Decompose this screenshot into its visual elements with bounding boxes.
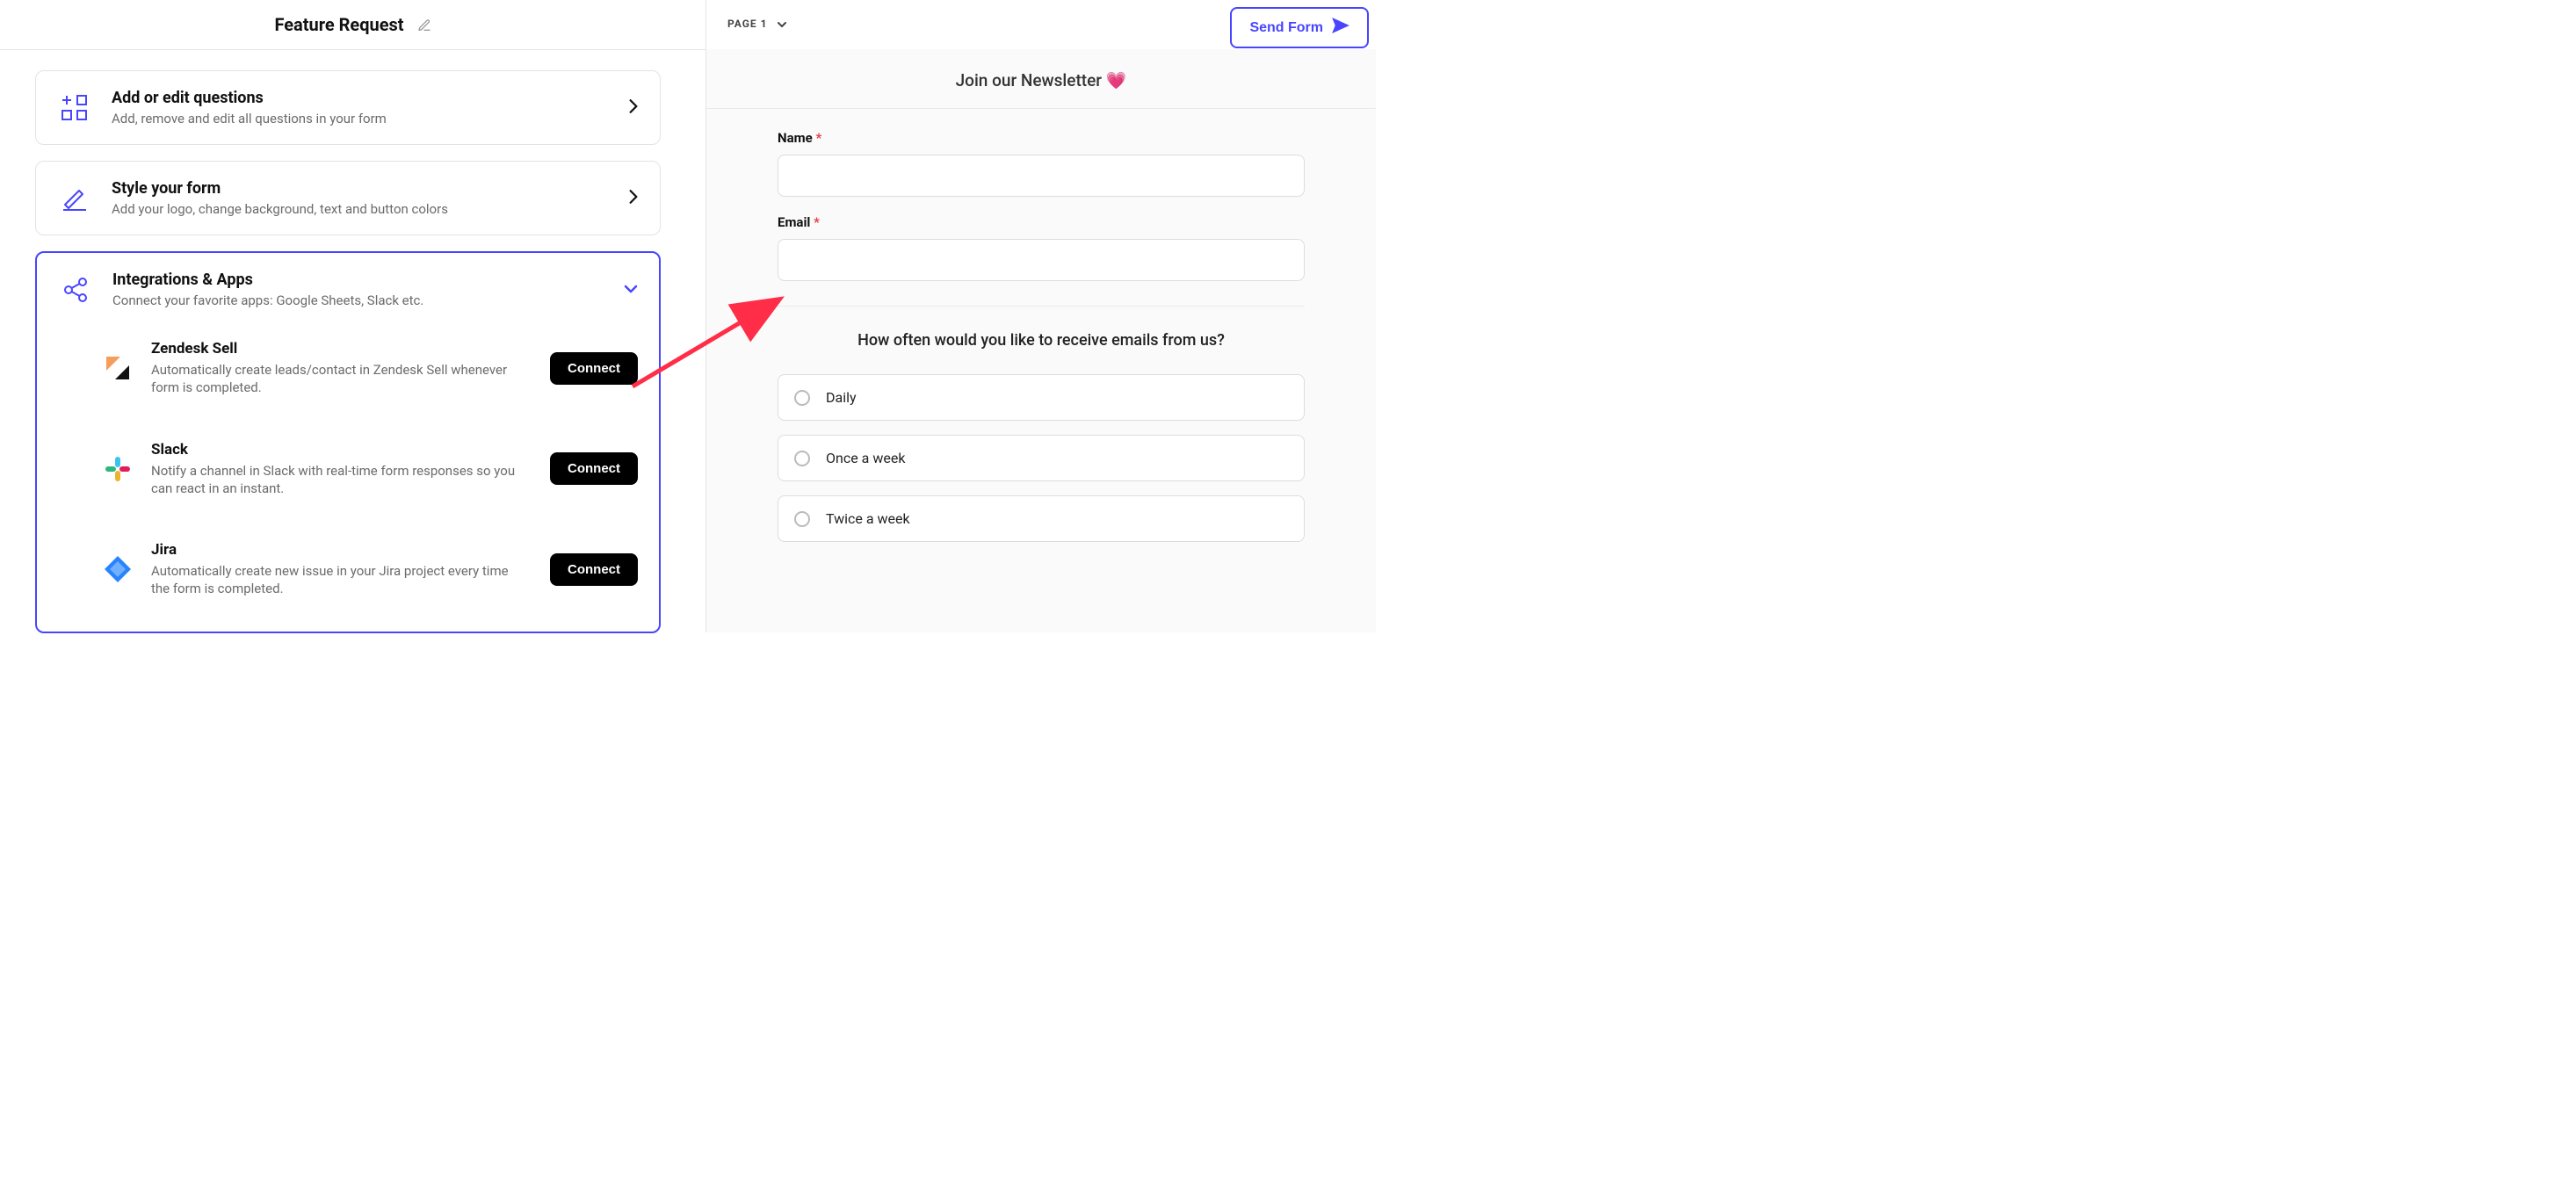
radio-option[interactable]: Daily [778, 374, 1305, 421]
integration-name: Slack [151, 441, 532, 458]
add-questions-icon [57, 90, 92, 126]
card-title: Style your form [112, 179, 609, 198]
card-subtitle: Connect your favorite apps: Google Sheet… [112, 292, 604, 308]
integrations-header[interactable]: Integrations & Apps Connect your favorit… [58, 271, 638, 308]
card-title: Integrations & Apps [112, 271, 604, 289]
slack-icon [102, 453, 134, 485]
form-name: Feature Request [274, 14, 403, 35]
integration-name: Zendesk Sell [151, 340, 532, 357]
option-label: Daily [826, 389, 857, 406]
radio-icon [794, 451, 810, 466]
email-input[interactable] [778, 239, 1305, 281]
radio-option[interactable]: Once a week [778, 435, 1305, 481]
form-preview: Join our Newsletter 💗 Name * Email * How… [706, 49, 1376, 632]
radio-options: Daily Once a week Twice a week [778, 374, 1305, 542]
chevron-down-icon [777, 18, 787, 31]
connect-button[interactable]: Connect [550, 553, 638, 586]
send-icon [1332, 18, 1350, 38]
send-form-button[interactable]: Send Form [1230, 7, 1369, 48]
chevron-right-icon [628, 189, 639, 208]
integrations-card: Integrations & Apps Connect your favorit… [35, 251, 661, 633]
add-edit-questions-card[interactable]: Add or edit questions Add, remove and ed… [35, 70, 661, 145]
radio-icon [794, 511, 810, 527]
email-label: Email * [778, 214, 1305, 230]
radio-icon [794, 390, 810, 406]
card-subtitle: Add, remove and edit all questions in yo… [112, 111, 609, 126]
page-label: PAGE 1 [727, 18, 768, 30]
label-text: Name [778, 130, 813, 146]
integration-desc: Automatically create leads/contact in Ze… [151, 361, 520, 397]
style-form-card[interactable]: Style your form Add your logo, change ba… [35, 161, 661, 235]
option-label: Once a week [826, 450, 905, 466]
radio-option[interactable]: Twice a week [778, 495, 1305, 542]
form-fields-section: Name * Email * [778, 109, 1305, 307]
name-field: Name * [778, 130, 1305, 197]
send-label: Send Form [1249, 20, 1323, 36]
question-title: How often would you like to receive emai… [706, 307, 1376, 374]
label-text: Email [778, 214, 810, 230]
connect-button[interactable]: Connect [550, 452, 638, 485]
integration-name: Jira [151, 541, 532, 559]
integration-jira: Jira Automatically create new issue in y… [58, 529, 638, 610]
share-icon [58, 272, 93, 307]
jira-icon [102, 553, 134, 585]
preview-title: Join our Newsletter 💗 [706, 49, 1376, 109]
integration-slack: Slack Notify a channel in Slack with rea… [58, 429, 638, 510]
required-indicator: * [815, 130, 821, 146]
integration-desc: Automatically create new issue in your J… [151, 562, 520, 598]
edit-icon[interactable] [417, 16, 431, 37]
chevron-right-icon [628, 98, 639, 118]
zendesk-icon [102, 352, 134, 384]
option-label: Twice a week [826, 510, 910, 527]
chevron-down-icon [624, 281, 638, 298]
page-selector[interactable]: PAGE 1 [727, 18, 787, 31]
required-indicator: * [814, 214, 820, 230]
card-title: Add or edit questions [112, 89, 609, 107]
integration-desc: Notify a channel in Slack with real-time… [151, 462, 520, 498]
name-label: Name * [778, 130, 1305, 146]
integration-zendesk: Zendesk Sell Automatically create leads/… [58, 328, 638, 409]
name-input[interactable] [778, 155, 1305, 197]
email-field: Email * [778, 214, 1305, 281]
style-icon [57, 181, 92, 216]
card-subtitle: Add your logo, change background, text a… [112, 201, 609, 217]
connect-button[interactable]: Connect [550, 352, 638, 385]
settings-panel: Add or edit questions Add, remove and ed… [35, 70, 661, 649]
form-name-header: Feature Request [0, 14, 706, 37]
